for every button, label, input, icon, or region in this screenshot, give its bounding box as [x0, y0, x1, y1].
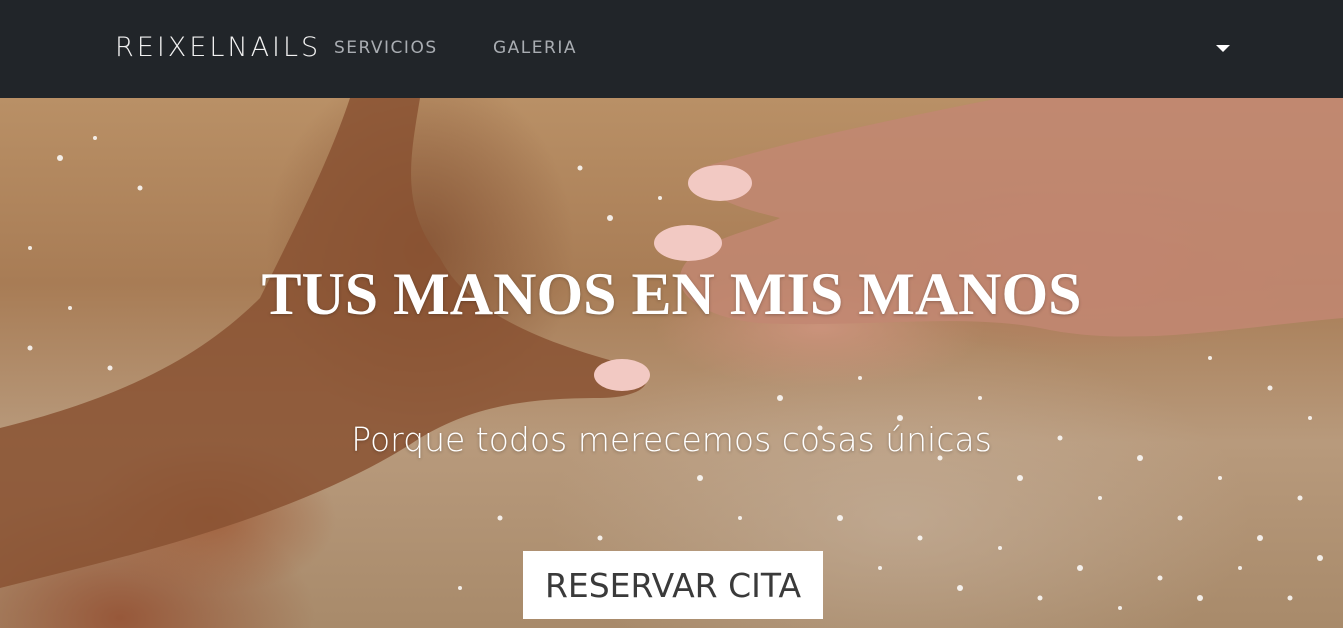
- hero-subtitle: Porque todos merecemos cosas únicas: [351, 420, 992, 459]
- hero-background-image: [0, 98, 1343, 610]
- nav-link-servicios[interactable]: SERVICIOS: [334, 38, 438, 58]
- navbar: REIXELNAILS SERVICIOS GALERIA: [0, 0, 1343, 98]
- hero-banner: TUS MANOS EN MIS MANOS Porque todos mere…: [0, 98, 1343, 628]
- brand-logo[interactable]: REIXELNAILS: [115, 32, 321, 63]
- reservar-cita-button[interactable]: RESERVAR CITA: [523, 551, 823, 619]
- nav-link-galeria[interactable]: GALERIA: [493, 38, 577, 58]
- caret-down-icon[interactable]: [1214, 42, 1232, 54]
- hero-title: TUS MANOS EN MIS MANOS: [261, 261, 1082, 327]
